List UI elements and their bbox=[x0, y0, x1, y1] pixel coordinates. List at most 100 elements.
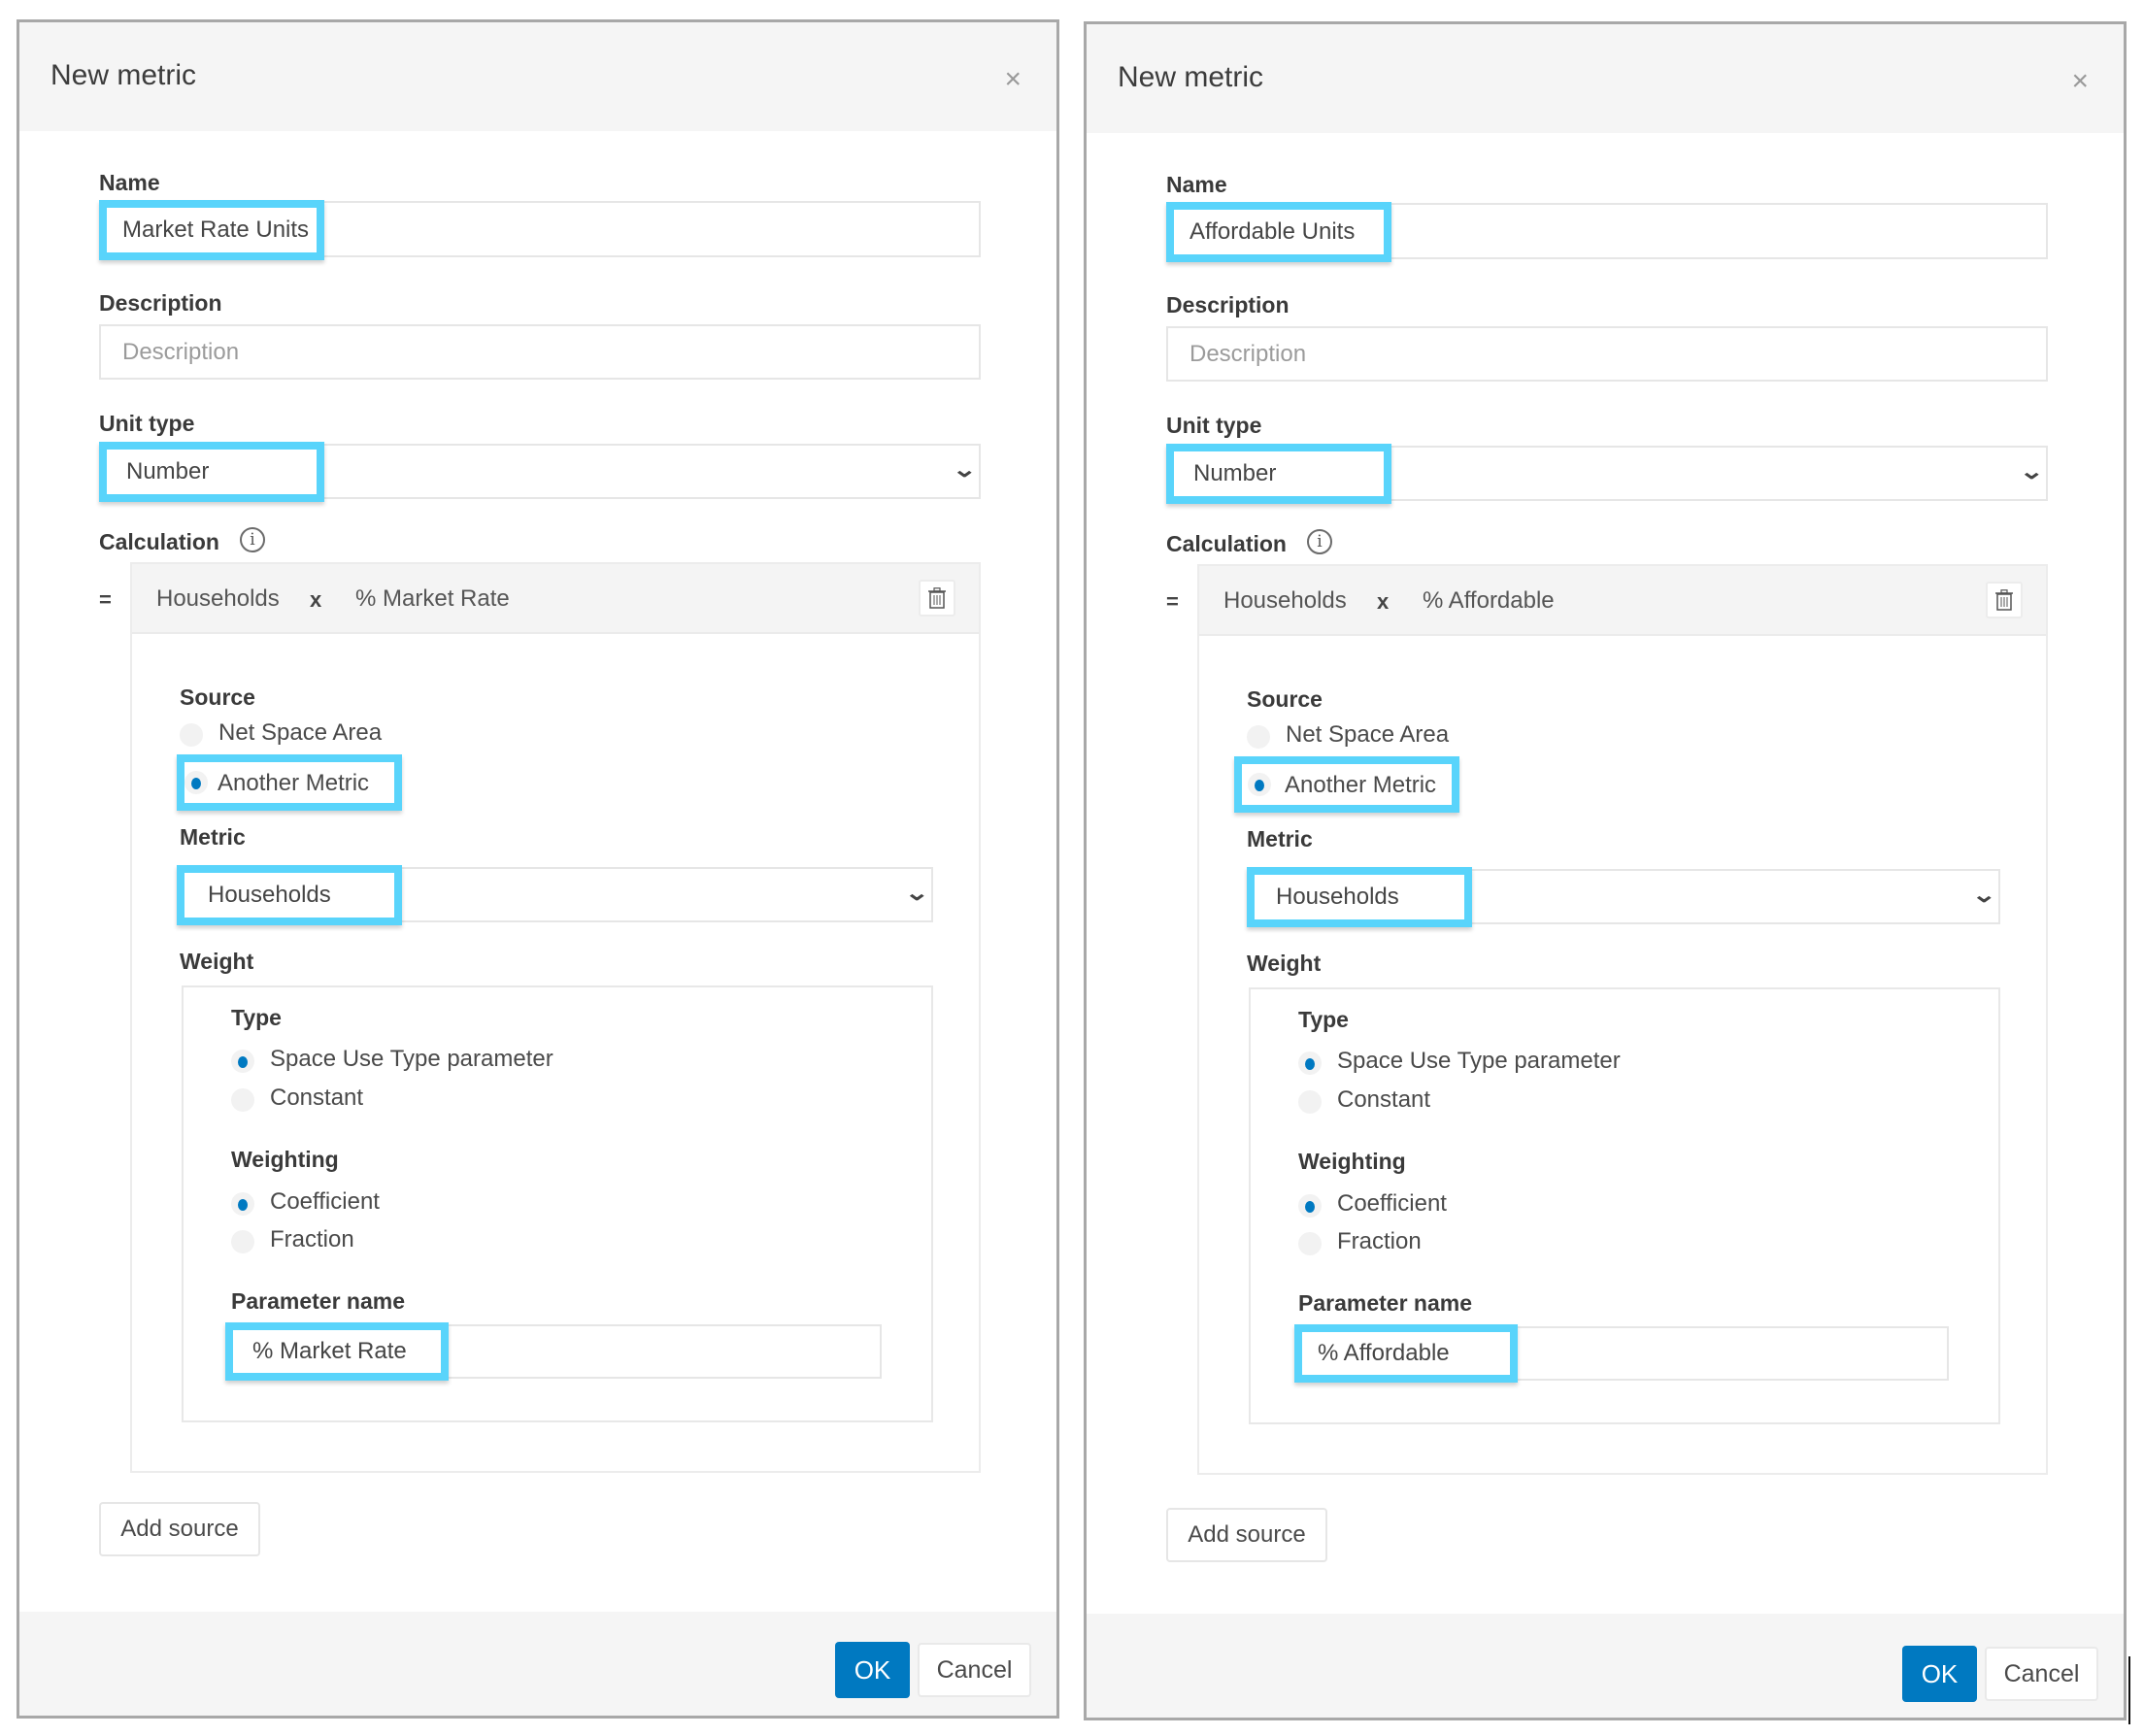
name-label: Name bbox=[99, 170, 160, 195]
close-icon[interactable]: × bbox=[2071, 67, 2089, 96]
metric-label: Metric bbox=[180, 824, 246, 850]
expression-right: % Market Rate bbox=[355, 585, 510, 612]
type-option-label: Constant bbox=[270, 1085, 364, 1111]
expression-operator: x bbox=[1377, 589, 1390, 614]
weighting-option-coefficient[interactable]: Coefficient bbox=[1298, 1190, 1687, 1219]
weighting-label: Weighting bbox=[231, 1147, 339, 1172]
metric-value-box[interactable]: Households bbox=[1247, 867, 1472, 927]
dialog-title: New metric bbox=[50, 59, 197, 91]
radio-constant[interactable] bbox=[231, 1088, 254, 1112]
weighting-option-label: Fraction bbox=[270, 1226, 354, 1252]
source-option-net-space-area[interactable]: Net Space Area bbox=[180, 719, 471, 749]
chevron-down-icon: ⌄ bbox=[903, 881, 929, 905]
calculation-card: Households x % Market Rate Source Net Sp… bbox=[130, 562, 981, 1473]
chevron-down-icon: ⌄ bbox=[1970, 883, 1996, 907]
chevron-down-icon: ⌄ bbox=[2018, 459, 2044, 484]
expression-left: Households bbox=[1223, 587, 1347, 614]
type-label: Type bbox=[231, 1005, 282, 1030]
cancel-button[interactable]: Cancel bbox=[1985, 1647, 2098, 1701]
unit-type-label: Unit type bbox=[1166, 413, 1262, 438]
weighting-option-fraction[interactable]: Fraction bbox=[231, 1226, 620, 1255]
type-option-space-use[interactable]: Space Use Type parameter bbox=[231, 1046, 620, 1075]
unit-type-value-box[interactable]: Number bbox=[1166, 444, 1391, 504]
source-option-label: Another Metric bbox=[1285, 772, 1437, 798]
ok-button[interactable]: OK bbox=[1902, 1646, 1977, 1702]
edge-line bbox=[2128, 1656, 2130, 1724]
info-icon[interactable]: i bbox=[1307, 529, 1332, 554]
description-input[interactable]: Description bbox=[1166, 326, 2048, 382]
parameter-name-label: Parameter name bbox=[1298, 1290, 1472, 1316]
new-metric-dialog-market-rate: New metric × Name Market Rate Units Desc… bbox=[17, 19, 1059, 1719]
radio-space-use-type[interactable] bbox=[1298, 1052, 1322, 1075]
trash-icon bbox=[1995, 589, 2013, 611]
parameter-name-value: % Affordable bbox=[1318, 1340, 1450, 1366]
description-label: Description bbox=[1166, 292, 1290, 317]
type-option-label: Constant bbox=[1337, 1086, 1431, 1113]
weighting-option-fraction[interactable]: Fraction bbox=[1298, 1228, 1687, 1257]
parameter-name-label: Parameter name bbox=[231, 1288, 405, 1314]
delete-source-button[interactable] bbox=[1986, 582, 2023, 618]
close-icon[interactable]: × bbox=[1004, 65, 1022, 94]
unit-type-value: Number bbox=[126, 458, 210, 484]
type-option-label: Space Use Type parameter bbox=[1337, 1048, 1621, 1074]
weighting-option-coefficient[interactable]: Coefficient bbox=[231, 1188, 620, 1218]
type-option-space-use[interactable]: Space Use Type parameter bbox=[1298, 1048, 1687, 1077]
radio-another-metric[interactable] bbox=[184, 771, 208, 794]
source-label: Source bbox=[1247, 686, 1323, 712]
name-label: Name bbox=[1166, 172, 1227, 197]
add-source-button[interactable]: Add source bbox=[1166, 1508, 1327, 1562]
dialog-title: New metric bbox=[1118, 61, 1264, 93]
name-value: Affordable Units bbox=[1189, 218, 1356, 245]
source-option-label: Net Space Area bbox=[1286, 721, 1450, 748]
unit-type-value-box[interactable]: Number bbox=[99, 442, 324, 502]
weighting-option-label: Coefficient bbox=[270, 1188, 380, 1215]
source-option-label: Net Space Area bbox=[218, 719, 383, 746]
equals-sign: = bbox=[99, 587, 112, 612]
radio-fraction[interactable] bbox=[1298, 1232, 1322, 1255]
source-option-another-metric[interactable]: Another Metric bbox=[1234, 756, 1459, 813]
radio-another-metric[interactable] bbox=[1248, 773, 1271, 796]
weighting-option-label: Fraction bbox=[1337, 1228, 1422, 1254]
calculation-card: Households x % Affordable Source Net Spa… bbox=[1197, 564, 2048, 1475]
name-input-value[interactable]: Market Rate Units bbox=[99, 200, 324, 260]
info-icon[interactable]: i bbox=[240, 527, 265, 552]
delete-source-button[interactable] bbox=[919, 580, 955, 617]
source-option-net-space-area[interactable]: Net Space Area bbox=[1247, 721, 1538, 751]
name-value: Market Rate Units bbox=[122, 217, 310, 243]
parameter-name-value-box[interactable]: % Market Rate bbox=[225, 1322, 449, 1381]
calculation-label: Calculation bbox=[99, 529, 219, 554]
radio-constant[interactable] bbox=[1298, 1090, 1322, 1114]
radio-coefficient[interactable] bbox=[1298, 1194, 1322, 1218]
unit-type-label: Unit type bbox=[99, 411, 195, 436]
source-option-another-metric[interactable]: Another Metric bbox=[177, 754, 402, 811]
radio-net-space-area[interactable] bbox=[1247, 725, 1270, 749]
radio-net-space-area[interactable] bbox=[180, 723, 203, 747]
radio-space-use-type[interactable] bbox=[231, 1050, 254, 1073]
type-option-constant[interactable]: Constant bbox=[1298, 1086, 1687, 1116]
equals-sign: = bbox=[1166, 589, 1179, 614]
expression-left: Households bbox=[156, 585, 280, 612]
add-source-button[interactable]: Add source bbox=[99, 1502, 260, 1556]
metric-value: Households bbox=[208, 882, 331, 908]
radio-fraction[interactable] bbox=[231, 1230, 254, 1253]
name-input-value[interactable]: Affordable Units bbox=[1166, 202, 1391, 262]
type-option-constant[interactable]: Constant bbox=[231, 1085, 620, 1114]
unit-type-value: Number bbox=[1193, 460, 1277, 486]
weight-label: Weight bbox=[180, 949, 254, 974]
expression-operator: x bbox=[310, 587, 322, 612]
cancel-button[interactable]: Cancel bbox=[918, 1643, 1031, 1697]
weighting-option-label: Coefficient bbox=[1337, 1190, 1447, 1217]
parameter-name-value: % Market Rate bbox=[252, 1338, 407, 1364]
expression-right: % Affordable bbox=[1423, 587, 1555, 614]
weight-label: Weight bbox=[1247, 951, 1322, 976]
chevron-down-icon: ⌄ bbox=[951, 457, 977, 482]
source-option-label: Another Metric bbox=[218, 770, 370, 796]
radio-coefficient[interactable] bbox=[231, 1192, 254, 1216]
trash-icon bbox=[928, 587, 946, 609]
description-input[interactable]: Description bbox=[99, 324, 981, 380]
ok-button[interactable]: OK bbox=[835, 1642, 910, 1698]
metric-value-box[interactable]: Households bbox=[177, 865, 402, 925]
description-label: Description bbox=[99, 290, 222, 316]
source-label: Source bbox=[180, 684, 255, 710]
parameter-name-value-box[interactable]: % Affordable bbox=[1294, 1324, 1518, 1383]
